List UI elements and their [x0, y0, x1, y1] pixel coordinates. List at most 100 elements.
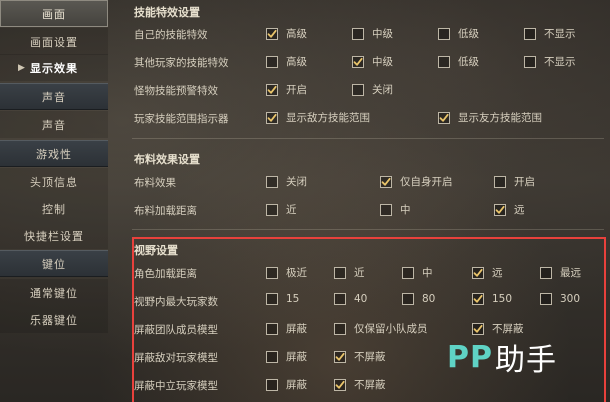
setting-option[interactable]: 开启 [494, 174, 535, 189]
checkbox[interactable] [402, 293, 414, 305]
sidebar-tab-display[interactable]: 画面 [0, 0, 108, 27]
setting-option[interactable]: 中级 [352, 54, 393, 69]
checkbox[interactable] [334, 266, 346, 279]
sidebar-item-control[interactable]: 控制 [0, 195, 108, 222]
setting-option[interactable]: 300 [540, 293, 580, 305]
setting-option[interactable]: 高级 [266, 54, 307, 69]
setting-option[interactable]: 不显示 [524, 54, 576, 69]
checkbox[interactable] [266, 203, 278, 216]
setting-option[interactable]: 中级 [352, 26, 393, 41]
setting-option[interactable]: 仅自身开启 [380, 174, 453, 189]
checkbox[interactable] [540, 293, 552, 305]
setting-option[interactable]: 显示敌方技能范围 [266, 110, 370, 125]
setting-option[interactable]: 屏蔽 [266, 349, 307, 364]
option-label: 中 [400, 204, 411, 216]
checkbox[interactable] [266, 175, 278, 188]
checkbox[interactable] [266, 55, 278, 68]
setting-label: 布料加载距离 [134, 205, 197, 217]
checkbox[interactable] [352, 55, 364, 68]
sidebar-item-sound[interactable]: 声音 [0, 111, 108, 138]
checkbox[interactable] [266, 378, 278, 391]
setting-option[interactable]: 低级 [438, 26, 479, 41]
checkmark-icon [381, 177, 391, 186]
checkbox[interactable] [266, 350, 278, 363]
option-label: 远 [492, 267, 503, 279]
setting-option[interactable]: 近 [334, 265, 365, 280]
setting-option[interactable]: 屏蔽 [266, 321, 307, 336]
setting-label: 屏蔽中立玩家模型 [134, 380, 218, 392]
setting-option[interactable]: 仅保留小队成员 [334, 321, 428, 336]
option-label: 40 [354, 293, 368, 305]
checkbox[interactable] [380, 203, 392, 216]
setting-option[interactable]: 高级 [266, 26, 307, 41]
checkbox[interactable] [438, 27, 450, 40]
option-label: 开启 [514, 176, 535, 188]
checkbox[interactable] [494, 175, 506, 188]
sidebar-item-instrument-keys[interactable]: 乐器键位 [0, 306, 108, 333]
checkbox[interactable] [266, 27, 278, 40]
setting-option[interactable]: 关闭 [352, 82, 393, 97]
sidebar-item-common-keys[interactable]: 通常键位 [0, 279, 108, 306]
checkmark-icon [267, 29, 277, 38]
checkbox[interactable] [266, 111, 278, 124]
checkbox[interactable] [334, 322, 346, 335]
option-label: 不显示 [544, 28, 576, 40]
checkbox[interactable] [438, 55, 450, 68]
checkbox[interactable] [334, 378, 346, 391]
setting-option[interactable]: 不屏蔽 [334, 349, 386, 364]
setting-option[interactable]: 中 [380, 202, 411, 217]
checkbox[interactable] [472, 266, 484, 279]
checkbox[interactable] [540, 266, 552, 279]
checkbox[interactable] [524, 27, 536, 40]
sidebar-tab-sound[interactable]: 声音 [0, 83, 108, 110]
checkbox[interactable] [266, 322, 278, 335]
checkbox[interactable] [380, 175, 392, 188]
setting-option[interactable]: 远 [494, 202, 525, 217]
option-label: 不显示 [544, 56, 576, 68]
checkbox[interactable] [266, 83, 278, 96]
sidebar-item-display-settings[interactable]: 画面设置 [0, 28, 108, 55]
checkbox[interactable] [334, 293, 346, 305]
checkbox[interactable] [266, 266, 278, 279]
setting-option[interactable]: 中 [402, 265, 433, 280]
setting-option[interactable]: 关闭 [266, 174, 307, 189]
checkbox[interactable] [402, 266, 414, 279]
checkmark-icon [267, 85, 277, 94]
option-label: 中级 [372, 28, 393, 40]
setting-option[interactable]: 不屏蔽 [334, 377, 386, 392]
checkbox[interactable] [352, 27, 364, 40]
checkbox[interactable] [494, 203, 506, 216]
checkbox[interactable] [472, 322, 484, 335]
checkbox[interactable] [472, 293, 484, 305]
option-label: 低级 [458, 56, 479, 68]
setting-option[interactable]: 极近 [266, 265, 307, 280]
setting-option[interactable]: 开启 [266, 82, 307, 97]
sidebar-item-display-effects[interactable]: ▶ 显示效果 [0, 54, 108, 81]
setting-option[interactable]: 80 [402, 293, 435, 305]
checkbox[interactable] [438, 111, 450, 124]
checkbox[interactable] [352, 83, 364, 96]
setting-option[interactable]: 不显示 [524, 26, 576, 41]
sidebar-item-label: 画面 [42, 7, 66, 21]
setting-option[interactable]: 15 [266, 293, 299, 305]
setting-option[interactable]: 不屏蔽 [472, 321, 524, 336]
checkbox[interactable] [334, 350, 346, 363]
setting-option[interactable]: 最远 [540, 265, 581, 280]
section-title: 视野设置 [134, 244, 178, 257]
setting-option[interactable]: 显示友方技能范围 [438, 110, 542, 125]
setting-option[interactable]: 远 [472, 265, 503, 280]
setting-label: 屏蔽团队成员模型 [134, 324, 218, 336]
setting-option[interactable]: 屏蔽 [266, 377, 307, 392]
sidebar-item-overhead-info[interactable]: 头顶信息 [0, 168, 108, 195]
checkbox[interactable] [524, 55, 536, 68]
sidebar-tab-keybind[interactable]: 键位 [0, 250, 108, 277]
setting-option[interactable]: 40 [334, 293, 367, 305]
setting-option[interactable]: 近 [266, 202, 297, 217]
checkbox[interactable] [266, 293, 278, 305]
sidebar-tab-gameplay[interactable]: 游戏性 [0, 140, 108, 167]
setting-option[interactable]: 150 [472, 293, 512, 305]
section-divider [132, 138, 604, 139]
sidebar-item-hotbar-settings[interactable]: 快捷栏设置 [0, 222, 108, 249]
checkmark-icon [439, 113, 449, 122]
setting-option[interactable]: 低级 [438, 54, 479, 69]
